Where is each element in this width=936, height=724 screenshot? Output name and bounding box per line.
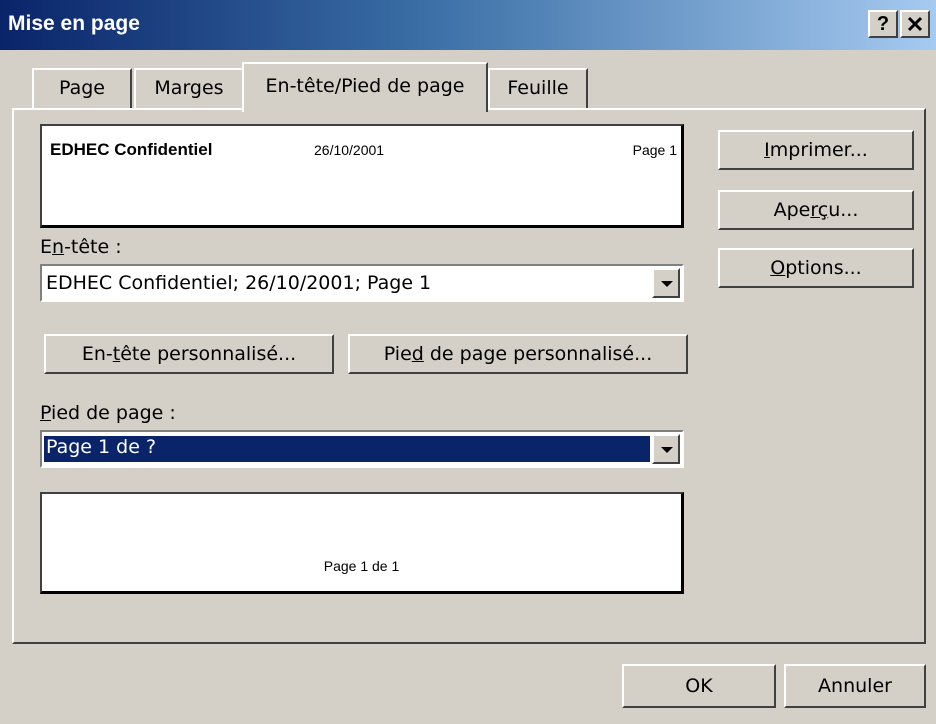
footer-select[interactable]: Page 1 de ?: [40, 430, 684, 468]
chevron-down-icon[interactable]: [652, 434, 680, 464]
custom-header-button[interactable]: En-tête personnalisé...: [44, 334, 334, 374]
footer-label: Pied de page :: [40, 402, 176, 424]
ok-button[interactable]: OK: [622, 664, 776, 708]
tab-panel: EDHEC Confidentiel 26/10/2001 Page 1 En-…: [12, 108, 926, 644]
custom-footer-button[interactable]: Pied de page personnalisé...: [348, 334, 688, 374]
page-setup-dialog: Mise en page ? Page Marges En-tête/Pied …: [0, 0, 936, 724]
header-select-value: EDHEC Confidentiel; 26/10/2001; Page 1: [46, 272, 432, 294]
tab-en-tete-pied-de-page[interactable]: En-tête/Pied de page: [242, 62, 488, 112]
header-preview-right: Page 1: [632, 142, 677, 158]
title-bar[interactable]: Mise en page ?: [0, 0, 936, 50]
print-preview-button[interactable]: Aperçu...: [718, 190, 914, 230]
print-button[interactable]: Imprimer...: [718, 130, 914, 170]
close-icon: [907, 16, 923, 32]
header-label: En-tête :: [40, 236, 122, 258]
options-button[interactable]: Options...: [718, 248, 914, 288]
footer-preview: Page 1 de 1: [40, 492, 684, 594]
header-preview-left: EDHEC Confidentiel: [50, 140, 213, 159]
dialog-title: Mise en page: [8, 12, 140, 35]
header-preview-center: 26/10/2001: [314, 142, 385, 158]
close-button[interactable]: [900, 10, 930, 38]
tab-feuille[interactable]: Feuille: [488, 68, 588, 108]
header-preview: EDHEC Confidentiel 26/10/2001 Page 1: [40, 124, 684, 228]
footer-select-value: Page 1 de ?: [43, 435, 651, 463]
help-button[interactable]: ?: [868, 10, 898, 38]
chevron-down-icon[interactable]: [652, 268, 680, 298]
header-select[interactable]: EDHEC Confidentiel; 26/10/2001; Page 1: [40, 264, 684, 302]
cancel-button[interactable]: Annuler: [784, 664, 926, 708]
tab-marges[interactable]: Marges: [134, 68, 244, 108]
footer-preview-center: Page 1 de 1: [323, 558, 400, 574]
tab-page[interactable]: Page: [32, 68, 132, 108]
